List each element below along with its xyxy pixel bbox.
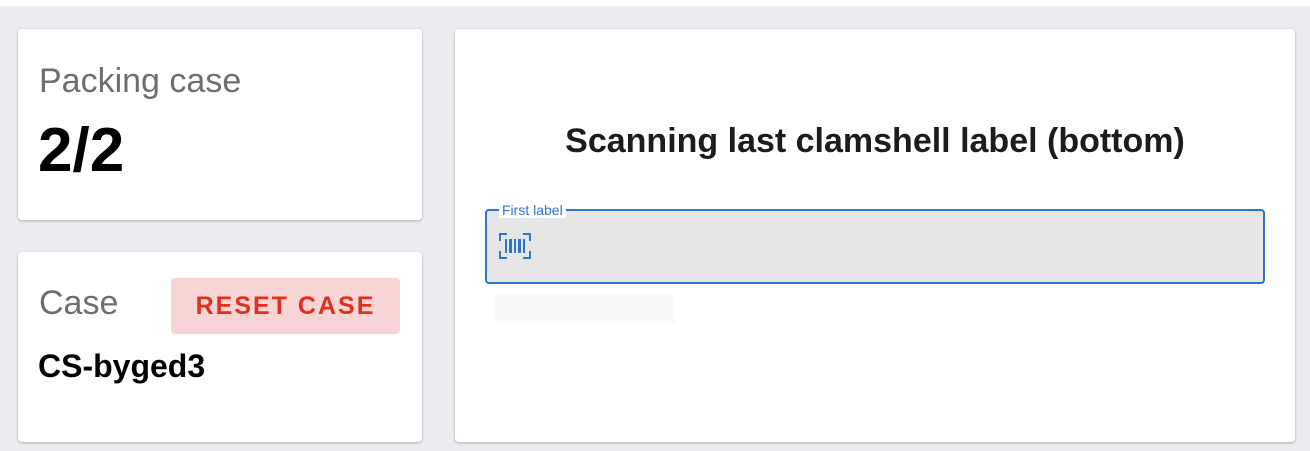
scan-title: Scanning last clamshell label (bottom) bbox=[565, 122, 1185, 160]
helper-text-placeholder bbox=[495, 294, 675, 324]
first-label-input[interactable] bbox=[543, 227, 1243, 265]
scan-card: Scanning last clamshell label (bottom) F… bbox=[455, 29, 1295, 442]
top-strip bbox=[0, 0, 1310, 6]
first-label-field[interactable]: First label bbox=[485, 202, 1265, 284]
first-label-field-label: First label bbox=[499, 202, 566, 218]
case-card: Case RESET CASE CS-byged3 bbox=[18, 252, 422, 442]
packing-case-card: Packing case 2/2 bbox=[18, 29, 422, 220]
case-id: CS-byged3 bbox=[38, 348, 206, 384]
packing-case-count: 2/2 bbox=[38, 116, 125, 185]
packing-case-label: Packing case bbox=[39, 62, 242, 100]
reset-case-button[interactable]: RESET CASE bbox=[171, 278, 400, 334]
case-label: Case bbox=[39, 284, 119, 322]
barcode-scan-icon bbox=[499, 233, 531, 259]
